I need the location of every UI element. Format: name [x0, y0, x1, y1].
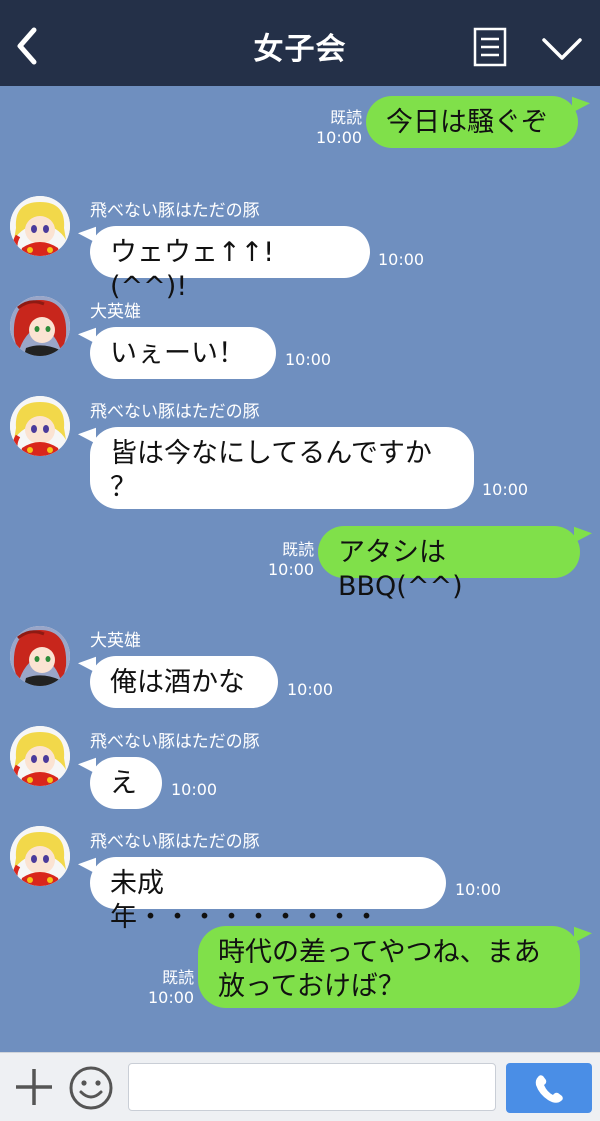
call-button[interactable]: [506, 1063, 592, 1113]
sender-name: 飛べない豚はただの豚: [90, 832, 260, 852]
chevron-down-icon: [542, 38, 582, 60]
message-time: 10:00: [171, 780, 218, 799]
read-receipt: 既読 10:00: [148, 968, 195, 1007]
avatar[interactable]: [10, 726, 70, 786]
message-input[interactable]: [128, 1063, 496, 1111]
read-receipt: 既読 10:00: [316, 108, 363, 147]
chat-title: 女子会: [253, 32, 347, 67]
message-bubble[interactable]: 未成年・・・・・・・・・: [90, 857, 446, 933]
add-button[interactable]: [14, 1067, 54, 1107]
message-bubble[interactable]: いぇーい！: [90, 327, 276, 379]
emoji-button[interactable]: [68, 1065, 114, 1111]
avatar[interactable]: [10, 826, 70, 886]
message-bubble[interactable]: アタシはBBQ(^^): [318, 526, 580, 602]
message-bubble[interactable]: え: [90, 757, 162, 809]
menu-button[interactable]: [472, 27, 508, 67]
composer-bar: [0, 1052, 600, 1121]
avatar[interactable]: [10, 196, 70, 256]
sender-name: 飛べない豚はただの豚: [90, 201, 260, 221]
chat-header: 女子会: [0, 0, 600, 86]
phone-icon: [535, 1075, 563, 1103]
plus-icon: [16, 1069, 52, 1105]
read-receipt: 既読 10:00: [268, 540, 315, 579]
message-bubble[interactable]: 時代の差ってやつね、まあ 放っておけば？: [198, 926, 580, 1008]
message-time: 10:00: [482, 480, 529, 499]
message-bubble[interactable]: 俺は酒かな: [90, 656, 278, 708]
avatar[interactable]: [10, 396, 70, 456]
message-time: 10:00: [378, 250, 425, 269]
smiley-icon: [69, 1066, 113, 1110]
message-bubble[interactable]: 今日は騒ぐぞ: [366, 96, 578, 148]
avatar[interactable]: [10, 626, 70, 686]
message-bubble[interactable]: ウェウェ↑↑!(^^)!: [90, 226, 370, 302]
message-time: 10:00: [455, 880, 502, 899]
sender-name: 大英雄: [90, 302, 141, 322]
message-time: 10:00: [285, 350, 332, 369]
collapse-button[interactable]: [540, 34, 584, 64]
avatar[interactable]: [10, 296, 70, 356]
menu-list-icon: [473, 27, 507, 67]
message-time: 10:00: [287, 680, 334, 699]
sender-name: 飛べない豚はただの豚: [90, 402, 260, 422]
message-bubble[interactable]: 皆は今なにしてるんですか ？: [90, 427, 474, 509]
sender-name: 飛べない豚はただの豚: [90, 732, 260, 752]
sender-name: 大英雄: [90, 631, 141, 651]
